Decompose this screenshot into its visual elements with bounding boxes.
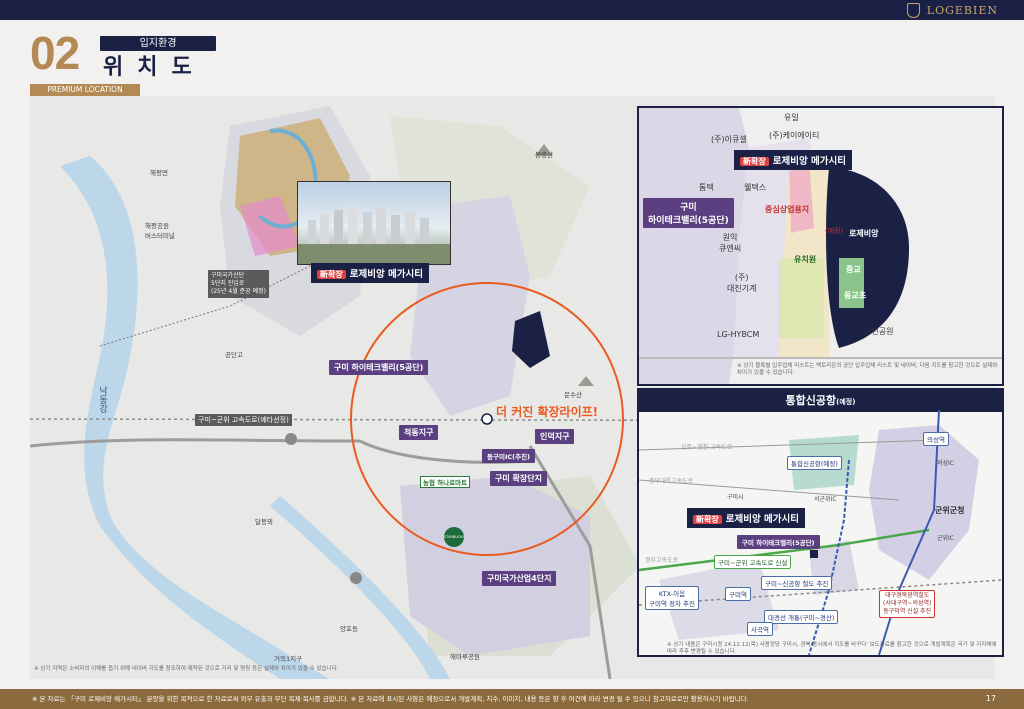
inset1-jungkyo: 중교	[846, 265, 861, 274]
inset1-title: 로제비앙 메가시티	[772, 156, 846, 167]
main-site-badge: 新확장	[317, 270, 346, 279]
inset2-sagok-station: 사곡역	[747, 622, 773, 636]
inset1-badge: 新확장	[740, 157, 769, 166]
label-munsusan: 문수산	[564, 391, 582, 399]
footer-disclaimer: ※ 본 자료는 「구미 로제비앙 메가시티」 분양을 위한 목적으로 한 자료로…	[32, 695, 749, 703]
industry5-entrance-sub: (25년 4월 준공 예정)	[211, 288, 266, 295]
expressway-label: 구미~군위 고속도로(예타선정)	[195, 414, 292, 426]
inset2-daegyeong: 대경선 개통(구미~경산)	[764, 610, 839, 624]
inset1-lg: LG-HYBCM	[717, 330, 760, 339]
inset2-hitech: 구미 하이테크밸리(5공단)	[737, 535, 820, 549]
inset1-commercial-sub: (예정)	[825, 227, 844, 235]
tag-expansion: 구미 확장단지	[490, 471, 547, 486]
section-category: 입지환경	[100, 36, 216, 51]
main-site-tag: 新확장 로제비앙 메가시티	[311, 263, 429, 283]
inset2-seogunwi-ic: 서군위IC	[814, 496, 837, 503]
inset1-iju: (주)이큐셀	[711, 135, 747, 144]
label-industry5-entrance: 구미국가산단 5단지 진입로 (25년 4월 준공 예정)	[208, 270, 269, 298]
inset1-site: 로제비앙	[849, 229, 879, 238]
logo-nonghyup: 농협 하나로마트	[420, 476, 471, 488]
premium-location-label: PREMIUM LOCATION	[30, 84, 140, 96]
inset2-expressway-gyeongbu: 경부고속도로	[645, 557, 679, 564]
tag-industry4: 구미국가산업4단지	[482, 571, 557, 586]
label-haepyeong-park: 해평공원 버스터미널	[145, 222, 175, 240]
inset2-site-tag: 新확장 로제비앙 메가시티	[687, 508, 805, 528]
label-haemaru: 해마루공원	[450, 653, 480, 661]
inset1-kindergarten: 유치원	[794, 255, 817, 264]
inset1-daejin: (주) 대진기계	[727, 273, 757, 293]
inset1-k: (주)케이에이티	[769, 131, 820, 140]
inset2-uiseong-ic: 의성IC	[937, 460, 954, 467]
inset2-daegu-rail: 대구경북광역철도 (서대구역~의성역) 동구미역 신설 추진	[879, 590, 936, 618]
inset1-park: 근린공원	[864, 327, 894, 336]
logo-starbucks: STARBUCKS	[444, 527, 464, 547]
industry5-entrance-text: 구미국가산단 5단지 진입로	[211, 272, 245, 287]
inset1-hitech-tag: 구미 하이테크밸리(5공단)	[643, 198, 734, 228]
label-geoui: 거의1지구	[274, 655, 303, 663]
inset2-expressway-jungang: 중부내륙고속도로	[649, 478, 694, 485]
building-render	[298, 206, 450, 264]
inset2-uiseong-station: 의성역	[923, 432, 949, 446]
inset1-tomtek: 톰텍	[699, 183, 714, 192]
label-bongmyeong: 봉명산	[535, 151, 553, 159]
tag-jeokdong: 적동지구	[399, 425, 439, 440]
expressway-note: (예타선정)	[257, 416, 289, 424]
footer: ※ 본 자료는 「구미 로제비앙 메가시티」 분양을 위한 목적으로 한 자료로…	[0, 689, 1024, 709]
label-gongdan: 공단고	[225, 351, 243, 359]
main-map-note: ※ 상기 지역은 소비자의 이해를 돕기 위해 네이버 지도를 참조하여 제작된…	[34, 666, 339, 672]
label-yangpo: 양포동	[340, 625, 358, 633]
inset2-new-airport: 통합신공항(예정)	[787, 456, 842, 470]
page-title: 위치도	[103, 55, 206, 80]
inset1-wellteks: 웰텍스	[744, 183, 767, 192]
inset1-dongkyocho: 동교초	[844, 291, 867, 300]
section-number: 02	[30, 27, 80, 79]
brand-logo: LOGEBIEN	[926, 4, 998, 17]
site-photo	[297, 181, 451, 265]
headline-expansion-life: 더 커진 확장라이프!	[496, 405, 599, 419]
inset2-title: 로제비앙 메가시티	[725, 514, 799, 525]
tag-indeok: 인덕지구	[535, 429, 575, 444]
inset-site-map: 유일 (주)이큐셀 (주)케이에이티 톰텍 웰텍스 구미 하이테크밸리(5공단)…	[637, 106, 1004, 386]
inset1-wonik: 원익 큐엔씨	[719, 233, 742, 253]
inset2-badge: 新확장	[693, 515, 722, 524]
inset-airport-map: 통합신공항(예정) 의성역 의성IC 통합신공항(예정) 군위군청 군위IC 서…	[637, 388, 1004, 657]
inset2-expressway: 구미~군위 고속도로 신설	[714, 555, 792, 569]
inset2-gunwi-ic: 군위IC	[937, 535, 954, 542]
main-site-title: 로제비앙 메가시티	[349, 269, 423, 280]
inset2-airport-rail: 구미~신공항 철도 추진	[761, 576, 833, 590]
inset2-ktx: KTX-이음 구미역 정차 추진	[645, 586, 699, 610]
page-number: 17	[985, 694, 996, 703]
expressway-text: 구미~군위 고속도로	[198, 416, 258, 424]
top-bar: LOGEBIEN	[0, 0, 1024, 20]
label-haepyeong: 해평면	[150, 169, 168, 177]
tag-dongumi-ic: 동구미IC(추진)	[482, 449, 536, 463]
tag-hitech-valley: 구미 하이테크밸리(5공단)	[329, 360, 429, 375]
inset2-expressway-sangju: 상주~영천 고속도로	[681, 444, 733, 451]
inset2-gumi-station: 구미역	[725, 587, 751, 601]
inset1-commercial: 중심상업용지	[765, 205, 810, 214]
label-dalbong: 달봉뫼	[255, 518, 273, 526]
brand-crest-icon	[907, 3, 920, 18]
inset1-site-tag: 新확장 로제비앙 메가시티	[734, 150, 852, 170]
inset2-note: ※ 상기 내용은 구미시청 24.12.12(목) 사용정당 구미시, 경북 종…	[667, 642, 997, 655]
inset2-gumisi: 구미시	[727, 494, 744, 501]
inset2-gunwi: 군위군청	[935, 506, 965, 515]
inset1-yuil: 유일	[784, 113, 799, 122]
inset1-note: ※ 상기 블록별 입주업체 리스트는 백토리온의 공단 입주업체 리스트 및 네…	[737, 363, 998, 376]
label-river: 낙동강	[97, 386, 107, 413]
